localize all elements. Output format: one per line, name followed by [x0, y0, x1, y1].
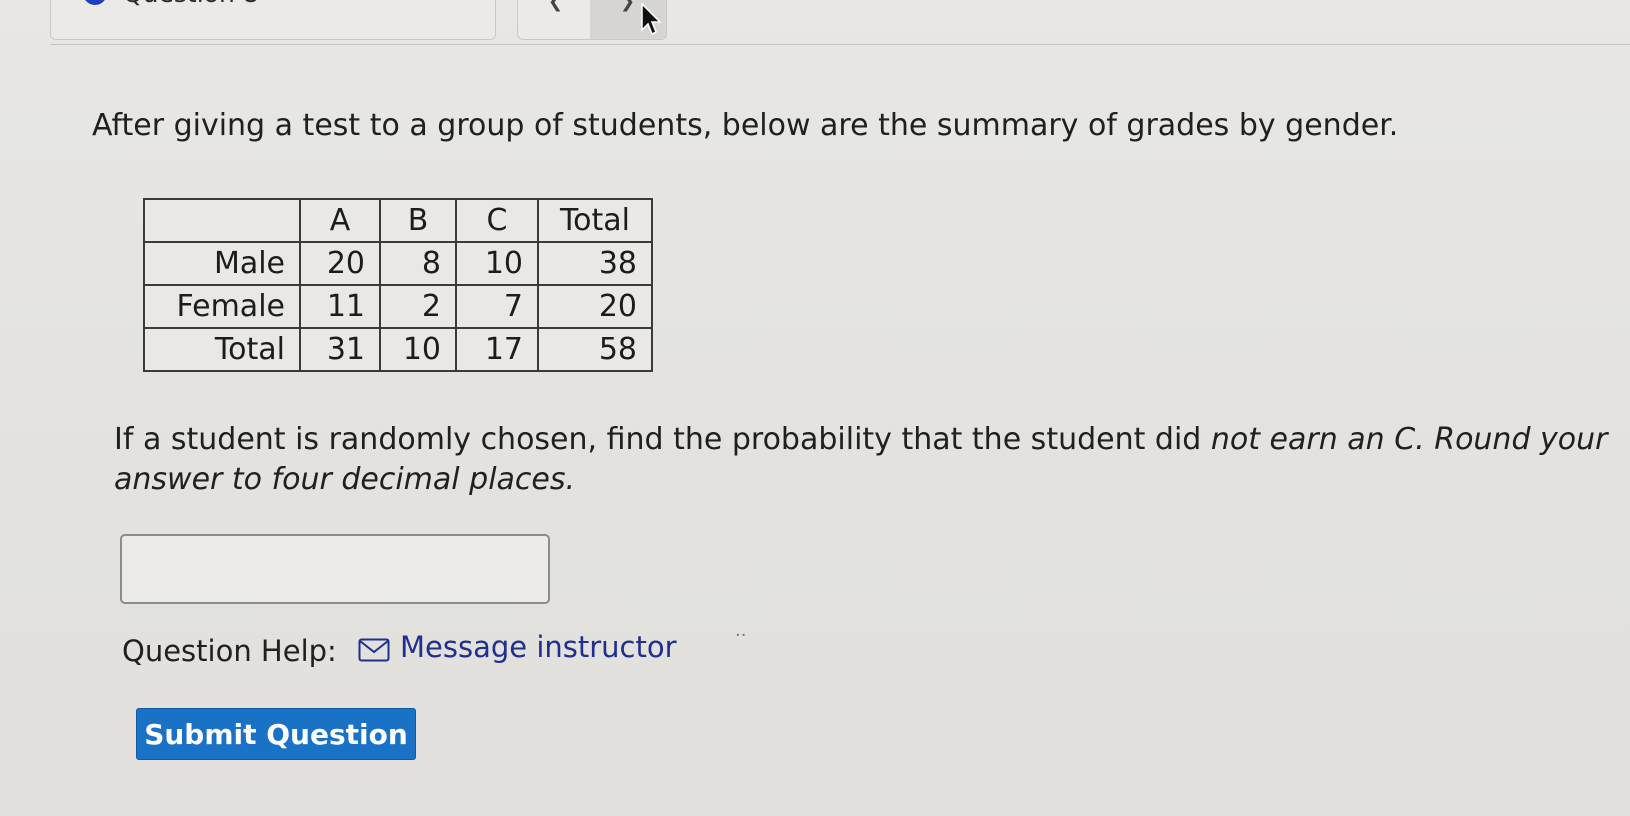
table-cell: 7: [455, 284, 539, 329]
question-selector[interactable]: Question 8: [50, 0, 496, 40]
table-cell: 11: [299, 284, 381, 329]
header-divider: [50, 44, 1630, 45]
table-cell: 20: [299, 241, 381, 286]
decorative-dots: ··: [735, 625, 747, 646]
table-row: Total 31 10 17 58: [143, 327, 653, 372]
table-cell: 58: [537, 327, 653, 372]
previous-question-button[interactable]: ❮: [518, 0, 590, 39]
table-cell: 8: [379, 241, 457, 286]
table-cell: 17: [455, 327, 539, 372]
row-label: Male: [143, 241, 301, 286]
table-row: Male 20 8 10 38: [143, 241, 653, 286]
table-cell: 10: [455, 241, 539, 286]
answer-input[interactable]: [120, 534, 550, 604]
row-label: Female: [143, 284, 301, 329]
table-header-cell: B: [379, 198, 457, 243]
table-header-row: A B C Total: [143, 198, 653, 243]
question-help-label: Question Help:: [122, 634, 337, 668]
table-header-cell: A: [299, 198, 381, 243]
table-cell: 20: [537, 284, 653, 329]
table-header-cell: Total: [537, 198, 653, 243]
chevron-right-icon: ❯: [620, 0, 636, 12]
table-cell: 10: [379, 327, 457, 372]
question-prompt: If a student is randomly chosen, find th…: [114, 420, 1614, 500]
question-status-dot: [83, 0, 107, 5]
row-label: Total: [143, 327, 301, 372]
prompt-text: If a student is randomly chosen, find th…: [114, 422, 1211, 457]
question-label: Question 8: [123, 0, 259, 8]
grades-table: A B C Total Male 20 8 10 38 Female 11 2 …: [143, 198, 653, 372]
table-header-cell: [143, 198, 301, 243]
message-instructor-link[interactable]: Message instructor: [400, 630, 677, 664]
mouse-pointer-icon: [641, 2, 662, 36]
envelope-icon[interactable]: [358, 638, 390, 662]
table-cell: 2: [379, 284, 457, 329]
submit-question-button[interactable]: Submit Question: [136, 708, 416, 760]
table-cell: 31: [299, 327, 381, 372]
chevron-left-icon: ❮: [548, 0, 564, 12]
table-cell: 38: [537, 241, 653, 286]
table-row: Female 11 2 7 20: [143, 284, 653, 329]
question-nav-bar: Question 8 ❮ ❯: [0, 0, 1630, 46]
table-header-cell: C: [455, 198, 539, 243]
question-intro: After giving a test to a group of studen…: [92, 108, 1399, 143]
